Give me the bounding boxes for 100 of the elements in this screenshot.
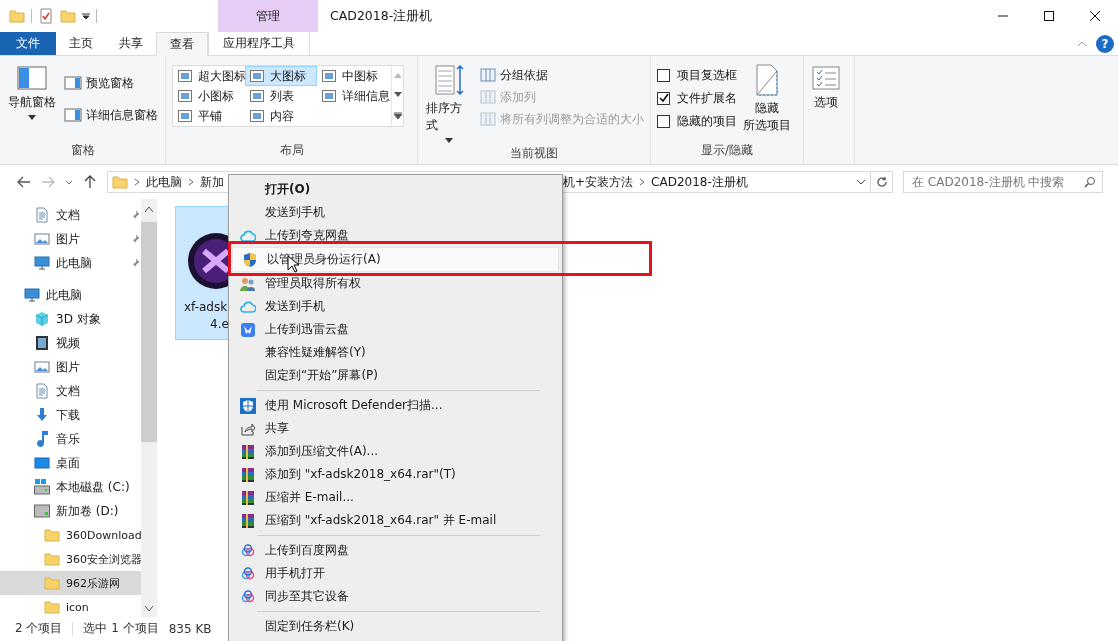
layout-option[interactable]: 中图标 [317, 66, 391, 86]
columns-icon [480, 68, 496, 82]
defender-shield-icon [240, 397, 256, 414]
view-grid-icon [322, 70, 336, 82]
menu-item[interactable]: 共享 [231, 417, 560, 440]
view-grid-icon [250, 70, 264, 82]
sidebar-item[interactable]: 此电脑 [0, 283, 141, 307]
sidebar-item[interactable]: 360Download [0, 523, 141, 547]
view-grid-icon [178, 110, 192, 122]
folder-icon [44, 551, 60, 567]
group-label: 显示/隐藏 [699, 142, 754, 159]
sidebar-item[interactable]: 360安全浏览器 [0, 547, 141, 571]
checklist-icon [38, 8, 54, 24]
sidebar-item[interactable]: icon [0, 595, 141, 619]
status-text: 835 KB [168, 621, 212, 636]
ribbon-tab[interactable]: 文件 [0, 32, 56, 55]
bird-icon [240, 321, 256, 338]
view-grid-icon [250, 90, 264, 102]
cloud-rings-icon [240, 542, 256, 559]
navigation-pane-button[interactable]: 导航窗格 [6, 64, 58, 142]
disk-drive-icon [34, 479, 50, 495]
menu-item[interactable]: 兼容性疑难解答(Y) [231, 341, 560, 364]
layout-option[interactable]: 详细信息 [317, 86, 391, 106]
menu-item[interactable]: 上传到百度网盘 [231, 539, 560, 562]
sidebar-item[interactable]: 下载 [0, 403, 141, 427]
sidebar-item[interactable]: 此电脑 [0, 251, 141, 275]
layout-option[interactable]: 列表 [245, 86, 317, 106]
group-label: 窗格 [69, 142, 96, 159]
sidebar-item[interactable]: 图片 [0, 355, 141, 379]
menu-item[interactable]: 压缩并 E-mail... [231, 486, 560, 509]
breadcrumb[interactable]: 新加 [200, 173, 224, 191]
checkbox[interactable] [657, 114, 670, 128]
document-icon [34, 207, 50, 223]
menu-item[interactable]: 固定到“开始”屏幕(P) [231, 364, 560, 387]
menu-item[interactable]: 添加到压缩文件(A)... [231, 440, 560, 463]
checkbox[interactable] [657, 68, 670, 82]
up-arrow-icon [84, 175, 96, 189]
search-field[interactable]: 在 CAD2018-注册机 中搜索 [903, 171, 1103, 193]
folder-icon [44, 575, 60, 591]
checkbox[interactable] [657, 91, 670, 105]
menu-item[interactable]: 用手机打开 [231, 562, 560, 585]
breadcrumb[interactable]: 此电脑 [146, 173, 182, 191]
layout-option[interactable]: 平铺 [173, 106, 245, 126]
view-grid-icon [322, 90, 336, 102]
computer-icon [24, 287, 40, 303]
menu-item[interactable]: 同步至其它设备 [231, 585, 560, 608]
sidebar-item[interactable]: 音乐 [0, 427, 141, 451]
ribbon-tab[interactable]: 查看 [156, 32, 208, 56]
menu-item[interactable]: 打开(O) [231, 178, 560, 201]
pane-toggle-button[interactable]: 预览窗格 [64, 72, 158, 94]
status-text: 选中 1 个项目 [83, 620, 159, 637]
folder-icon [44, 599, 60, 615]
window-title: CAD2018-注册机 [330, 7, 433, 25]
view-grid-icon [250, 110, 264, 122]
columns-icon [480, 112, 496, 126]
film-icon [34, 335, 50, 351]
sidebar-item[interactable]: 桌面 [0, 451, 141, 475]
menu-item[interactable]: 添加到 "xf-adsk2018_x64.rar"(T) [231, 463, 560, 486]
layout-option[interactable]: 超大图标 [173, 66, 245, 86]
folder-icon [44, 527, 60, 543]
ribbon-tab[interactable]: 共享 [106, 32, 156, 55]
sidebar-item[interactable]: 图片 [0, 227, 141, 251]
layout-option[interactable]: 小图标 [173, 86, 245, 106]
sidebar-item[interactable]: 新加卷 (D:) [0, 499, 141, 523]
checkmark-icon [658, 93, 669, 103]
pane-icon [64, 76, 82, 90]
hide-selected-button[interactable]: 隐藏 所选项目 [743, 64, 791, 142]
picture-icon [34, 231, 50, 247]
help-button[interactable]: ? [1096, 34, 1114, 53]
sidebar-item[interactable]: 文档 [0, 379, 141, 403]
sidebar-item[interactable]: 3D 对象 [0, 307, 141, 331]
menu-item[interactable]: 使用 Microsoft Defender扫描... [231, 394, 560, 417]
group-label: 当前视图 [509, 145, 559, 162]
checkbox-label: 项目复选框 [677, 66, 737, 84]
menu-item[interactable]: 压缩到 "xf-adsk2018_x64.rar" 并 E-mail [231, 509, 560, 532]
options-button[interactable]: 选项 [810, 64, 842, 164]
sidebar-item[interactable]: 文档 [0, 203, 141, 227]
breadcrumb[interactable]: CAD2018-注册机 [651, 173, 748, 191]
ribbon-tab[interactable]: 应用程序工具 [208, 32, 310, 55]
refresh-button[interactable] [871, 171, 893, 193]
scroll-down-icon [393, 92, 402, 98]
ribbon-tab[interactable]: 主页 [56, 32, 106, 55]
menu-item[interactable]: 固定到任务栏(K) [231, 615, 560, 638]
sidebar-item[interactable]: 视频 [0, 331, 141, 355]
sidebar-item[interactable]: 962乐游网 [0, 571, 141, 595]
people-icon [240, 275, 256, 292]
layout-option[interactable]: 大图标 [245, 66, 317, 86]
scrollbar[interactable] [141, 199, 157, 617]
sort-by-button[interactable]: 排序方式 [424, 64, 474, 145]
maximize-icon [1043, 10, 1055, 22]
checkbox-label: 隐藏的项目 [677, 112, 737, 130]
breadcrumb[interactable]: 机+安装方法 [563, 173, 634, 191]
pane-toggle-button[interactable]: 详细信息窗格 [64, 104, 158, 126]
chevron-right-icon [188, 178, 194, 186]
chevron-right-icon [639, 178, 646, 186]
picture-icon [34, 359, 50, 375]
columns-icon [480, 90, 496, 104]
view-command-button[interactable]: 分组依据 [480, 64, 644, 86]
layout-option[interactable]: 内容 [245, 106, 317, 126]
sidebar-item[interactable]: 本地磁盘 (C:) [0, 475, 141, 499]
